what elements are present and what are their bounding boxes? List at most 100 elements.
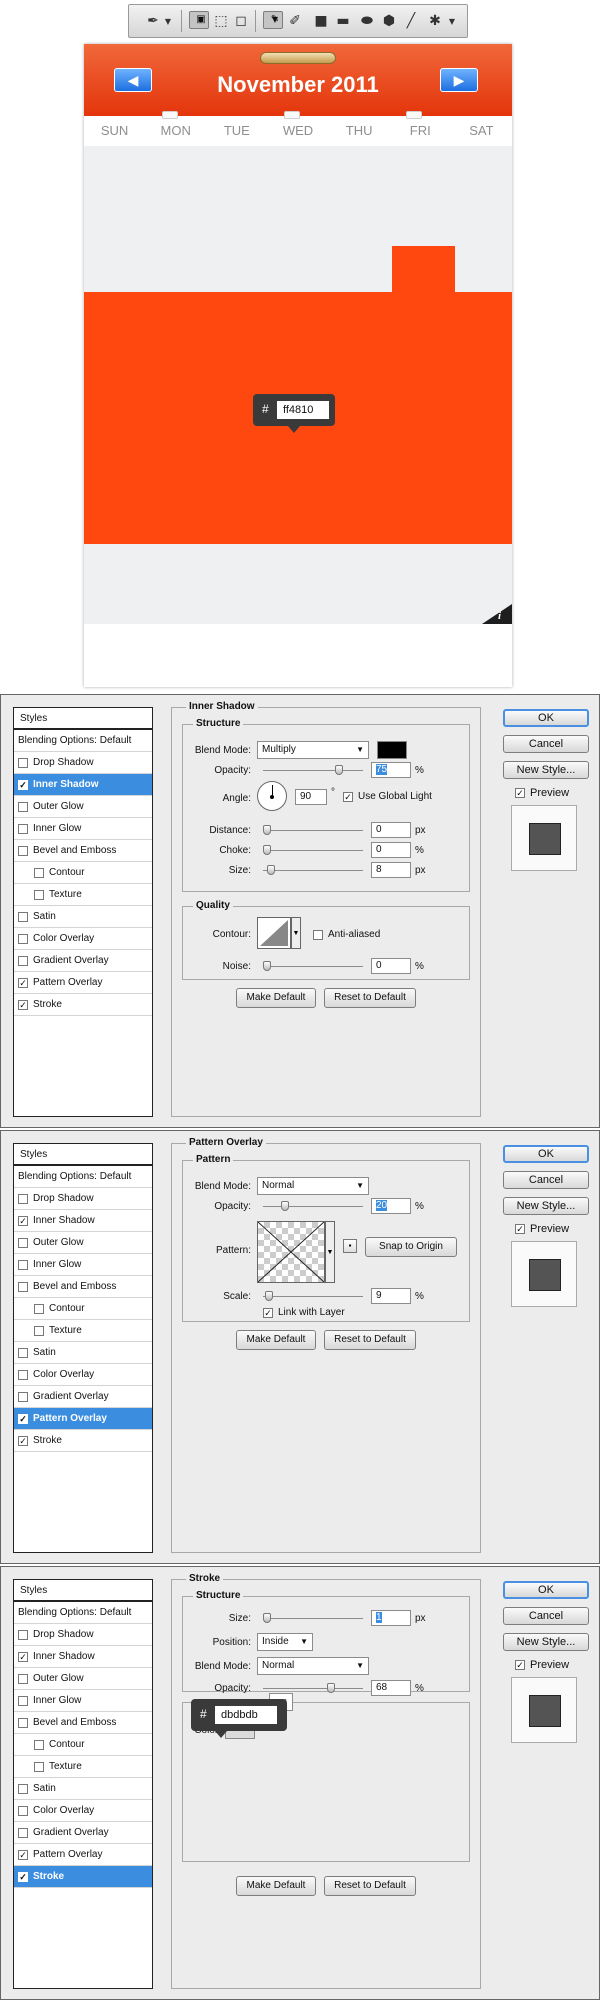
opacity-input[interactable]: 75 [371, 762, 411, 778]
checkbox[interactable] [34, 1761, 44, 1772]
chevron-down-icon[interactable]: ▼ [325, 1221, 335, 1283]
style-item-satin[interactable]: Satin [14, 1778, 152, 1800]
checkbox[interactable] [18, 1717, 28, 1728]
checkbox[interactable] [18, 1629, 28, 1640]
checkbox[interactable]: ✓ [18, 1651, 28, 1662]
checkbox[interactable]: ✓ [18, 1435, 28, 1446]
style-item-bevel-emboss[interactable]: Bevel and Emboss [14, 840, 152, 862]
style-item-inner-shadow[interactable]: ✓ Inner Shadow [14, 1210, 152, 1232]
new-style-button[interactable]: New Style... [503, 1633, 589, 1651]
checkbox[interactable]: ✓ [18, 1849, 28, 1860]
choke-input[interactable]: 0 [371, 842, 411, 858]
checkbox[interactable] [34, 867, 44, 878]
cancel-button[interactable]: Cancel [503, 1607, 589, 1625]
blend-mode-select[interactable]: Multiply [257, 741, 369, 759]
new-style-button[interactable]: New Style... [503, 1197, 589, 1215]
chevron-down-icon[interactable]: ▼ [291, 917, 301, 949]
anti-aliased-checkbox[interactable]: Anti-aliased [313, 929, 380, 940]
checkbox[interactable] [18, 801, 28, 812]
new-style-button[interactable]: New Style... [503, 761, 589, 779]
ok-button[interactable]: OK [503, 709, 589, 727]
checkbox[interactable] [18, 1673, 28, 1684]
position-select[interactable]: Inside [257, 1633, 313, 1651]
style-item-bevel-emboss[interactable]: Bevel and Emboss [14, 1276, 152, 1298]
checkbox[interactable] [18, 911, 28, 922]
scale-input[interactable]: 9 [371, 1288, 411, 1304]
style-item-satin[interactable]: Satin [14, 1342, 152, 1364]
checkbox[interactable] [18, 1369, 28, 1380]
style-item-texture[interactable]: Texture [14, 1756, 152, 1778]
noise-slider[interactable] [263, 961, 363, 971]
polygon-icon[interactable]: ⬢ [379, 11, 399, 31]
checkbox[interactable] [34, 1739, 44, 1750]
style-item-stroke[interactable]: ✓ Stroke [14, 994, 152, 1016]
line-icon[interactable]: ╱ [401, 11, 421, 31]
make-default-button[interactable]: Make Default [236, 1330, 316, 1350]
angle-dial[interactable] [257, 781, 287, 811]
style-item-contour[interactable]: Contour [14, 1734, 152, 1756]
style-item-gradient-overlay[interactable]: Gradient Overlay [14, 950, 152, 972]
new-preset-icon[interactable]: ▪ [343, 1239, 357, 1253]
blending-options[interactable]: Blending Options: Default [14, 1602, 152, 1624]
checkbox[interactable] [18, 823, 28, 834]
make-default-button[interactable]: Make Default [236, 988, 316, 1008]
checkbox[interactable] [18, 1783, 28, 1794]
styles-title[interactable]: Styles [14, 708, 152, 730]
style-item-contour[interactable]: Contour [14, 1298, 152, 1320]
distance-slider[interactable] [263, 825, 363, 835]
rectangle-icon[interactable]: ■ [311, 11, 331, 31]
size-input[interactable]: 8 [371, 862, 411, 878]
reset-to-default-button[interactable]: Reset to Default [324, 988, 416, 1008]
checkbox[interactable] [18, 845, 28, 856]
checkbox[interactable] [18, 933, 28, 944]
style-item-inner-glow[interactable]: Inner Glow [14, 1690, 152, 1712]
checkbox[interactable]: ✓ [18, 999, 28, 1010]
blending-options[interactable]: Blending Options: Default [14, 730, 152, 752]
chevron-down-icon[interactable]: ▼ [163, 11, 173, 31]
distance-input[interactable]: 0 [371, 822, 411, 838]
checkbox[interactable] [18, 955, 28, 966]
checkbox[interactable]: ✓ [18, 1871, 28, 1882]
cancel-button[interactable]: Cancel [503, 1171, 589, 1189]
style-item-gradient-overlay[interactable]: Gradient Overlay [14, 1386, 152, 1408]
style-item-pattern-overlay[interactable]: ✓ Pattern Overlay [14, 972, 152, 994]
checkbox[interactable]: ✓ [18, 977, 28, 988]
checkbox[interactable] [34, 889, 44, 900]
style-item-stroke[interactable]: ✓ Stroke [14, 1866, 152, 1888]
checkbox[interactable] [18, 1281, 28, 1292]
chevron-down-icon[interactable]: ▼ [447, 11, 457, 31]
custom-shape-icon[interactable]: ✱ [425, 11, 445, 31]
style-item-outer-glow[interactable]: Outer Glow [14, 1668, 152, 1690]
style-item-inner-glow[interactable]: Inner Glow [14, 818, 152, 840]
style-item-bevel-emboss[interactable]: Bevel and Emboss [14, 1712, 152, 1734]
make-default-button[interactable]: Make Default [236, 1876, 316, 1896]
fill-pixels-icon[interactable]: ◻ [231, 11, 251, 31]
style-item-pattern-overlay[interactable]: ✓ Pattern Overlay [14, 1408, 152, 1430]
checkbox[interactable] [34, 1325, 44, 1336]
pen-icon[interactable]: ✎ [263, 11, 283, 29]
link-with-layer-checkbox[interactable]: ✓ Link with Layer [263, 1307, 345, 1318]
preview-checkbox[interactable]: ✓ Preview [515, 1659, 569, 1671]
style-item-color-overlay[interactable]: Color Overlay [14, 928, 152, 950]
preview-checkbox[interactable]: ✓ Preview [515, 787, 569, 799]
angle-input[interactable]: 90 [295, 789, 327, 805]
style-item-outer-glow[interactable]: Outer Glow [14, 796, 152, 818]
checkbox[interactable]: ✓ [18, 1413, 28, 1424]
checkbox[interactable] [18, 1827, 28, 1838]
shape-layers-icon[interactable]: ▣ [189, 11, 209, 29]
preview-checkbox[interactable]: ✓ Preview [515, 1223, 569, 1235]
checkbox[interactable] [18, 1193, 28, 1204]
style-item-satin[interactable]: Satin [14, 906, 152, 928]
rounded-rectangle-icon[interactable]: ▬ [333, 11, 353, 31]
style-item-contour[interactable]: Contour [14, 862, 152, 884]
style-item-texture[interactable]: Texture [14, 884, 152, 906]
choke-slider[interactable] [263, 845, 363, 855]
style-item-drop-shadow[interactable]: Drop Shadow [14, 1624, 152, 1646]
style-item-drop-shadow[interactable]: Drop Shadow [14, 1188, 152, 1210]
scale-slider[interactable] [263, 1291, 363, 1301]
styles-title[interactable]: Styles [14, 1144, 152, 1166]
size-slider[interactable] [263, 1613, 363, 1623]
opacity-slider[interactable] [263, 1683, 363, 1693]
cancel-button[interactable]: Cancel [503, 735, 589, 753]
style-item-inner-shadow[interactable]: ✓ Inner Shadow [14, 774, 152, 796]
